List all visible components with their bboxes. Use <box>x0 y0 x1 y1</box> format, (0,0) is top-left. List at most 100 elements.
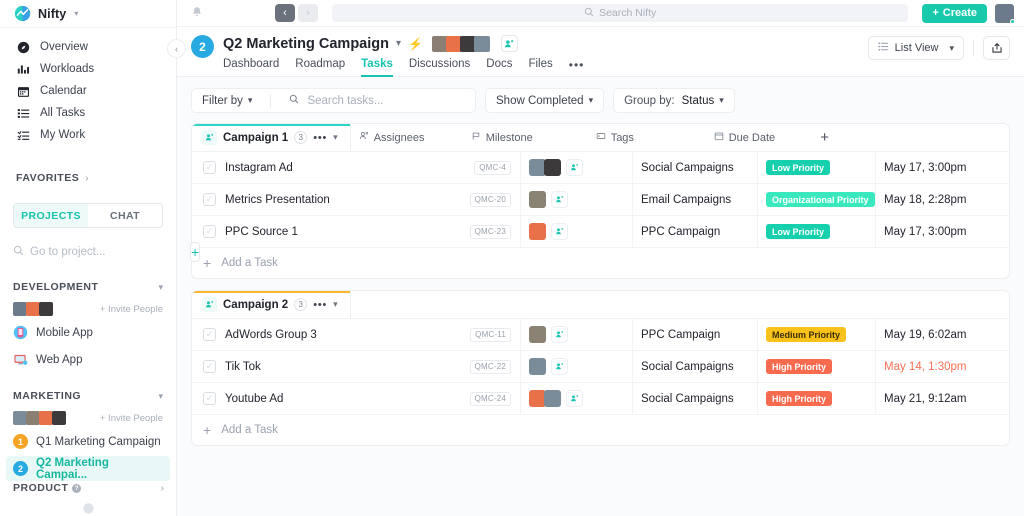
task-checkbox[interactable]: ✓ <box>203 328 216 341</box>
status-badge[interactable]: High Priority <box>766 391 832 406</box>
task-checkbox[interactable]: ✓ <box>203 225 216 238</box>
add-assignee-icon[interactable] <box>551 358 568 375</box>
forward-button[interactable]: › <box>298 4 318 22</box>
project-search-input[interactable] <box>30 246 184 258</box>
avatar[interactable] <box>544 390 561 407</box>
sidebar-project-web-app[interactable]: Web App <box>0 347 176 372</box>
add-assignee-icon[interactable] <box>551 191 568 208</box>
invite-people-link[interactable]: + Invite People <box>100 413 163 424</box>
tab-tasks[interactable]: Tasks <box>361 58 393 77</box>
add-person-icon[interactable] <box>501 35 518 52</box>
add-assignee-icon[interactable] <box>551 223 568 240</box>
task-checkbox[interactable]: ✓ <box>203 161 216 174</box>
add-project-button[interactable]: + <box>190 242 200 262</box>
more-tabs-button[interactable]: ••• <box>569 58 585 77</box>
avatar[interactable] <box>474 36 490 52</box>
lightning-icon[interactable]: ⚡ <box>408 37 423 51</box>
due-date-cell[interactable]: May 17, 3:00pm <box>876 216 981 247</box>
chevron-down-icon[interactable]: ▾ <box>158 282 163 293</box>
tab-projects[interactable]: PROJECTS <box>14 204 88 227</box>
milestone-cell[interactable]: Social Campaigns <box>633 383 758 414</box>
tab-docs[interactable]: Docs <box>486 58 512 77</box>
table-row[interactable]: ✓ Metrics Presentation QMC-20 Email Camp… <box>192 184 1009 216</box>
sidebar-item-overview[interactable]: Overview <box>0 36 176 58</box>
filter-by-button[interactable]: Filter by ▾ <box>202 95 252 107</box>
table-row[interactable]: ✓ Tik Tok QMC-22 Social Campaigns High P… <box>192 351 1009 383</box>
add-column-button[interactable]: + <box>811 129 839 146</box>
avatar[interactable] <box>529 358 546 375</box>
chevron-down-icon[interactable]: ▾ <box>396 38 401 49</box>
chevron-right-icon[interactable]: › <box>161 483 164 494</box>
column-header-milestone[interactable]: Milestone <box>463 131 588 144</box>
chevron-down-icon[interactable]: ▾ <box>74 9 78 18</box>
milestone-cell[interactable]: Social Campaigns <box>633 152 758 183</box>
sidebar-project-mobile-app[interactable]: Mobile App <box>0 320 176 345</box>
table-row[interactable]: ✓ AdWords Group 3 QMC-11 PPC Campaign Me… <box>192 319 1009 351</box>
add-assignee-icon[interactable] <box>566 390 583 407</box>
due-date-cell[interactable]: May 21, 9:12am <box>876 383 981 414</box>
add-task-button[interactable]: + Add a Task <box>192 248 1009 278</box>
sidebar-group-product[interactable]: PRODUCT ? › <box>13 474 164 502</box>
due-date-cell[interactable]: May 19, 6:02am <box>876 319 981 350</box>
avatar[interactable] <box>39 302 53 316</box>
tab-discussions[interactable]: Discussions <box>409 58 470 77</box>
avatar[interactable] <box>529 223 546 240</box>
sidebar-item-calendar[interactable]: Calendar <box>0 80 176 102</box>
share-button[interactable] <box>983 36 1010 60</box>
status-badge[interactable]: Medium Priority <box>766 327 846 342</box>
avatar[interactable] <box>13 411 27 425</box>
sidebar-group-marketing[interactable]: MARKETING ▾ <box>0 386 176 406</box>
due-date-cell[interactable]: May 18, 2:28pm <box>876 184 981 215</box>
avatar[interactable] <box>544 159 561 176</box>
chevron-down-icon[interactable]: ▾ <box>158 391 163 402</box>
help-icon[interactable]: ? <box>72 484 81 493</box>
milestone-cell[interactable]: Social Campaigns <box>633 351 758 382</box>
sidebar-project-q1-marketing-campaign[interactable]: 1 Q1 Marketing Campaign <box>0 429 176 454</box>
table-row[interactable]: ✓ PPC Source 1 QMC-23 PPC Campaign Low P… <box>192 216 1009 248</box>
task-checkbox[interactable]: ✓ <box>203 193 216 206</box>
sidebar-group-development[interactable]: DEVELOPMENT ▾ <box>0 277 176 297</box>
status-badge[interactable]: Low Priority <box>766 224 830 239</box>
due-date-cell[interactable]: May 14, 1:30pm <box>876 351 981 382</box>
table-row[interactable]: ✓ Instagram Ad QMC-4 Social Campaigns Lo… <box>192 152 1009 184</box>
sidebar-item-my-work[interactable]: My Work <box>0 124 176 146</box>
brand[interactable]: Nifty ▾ <box>0 0 176 27</box>
column-header-due-date[interactable]: Due Date <box>706 131 811 144</box>
milestone-cell[interactable]: PPC Campaign <box>633 216 758 247</box>
favorites-section-header[interactable]: FAVORITES › <box>0 168 176 188</box>
milestone-cell[interactable]: Email Campaigns <box>633 184 758 215</box>
avatar[interactable] <box>52 411 66 425</box>
task-search-input[interactable]: Search tasks... <box>307 95 383 107</box>
invite-people-link[interactable]: + Invite People <box>100 304 163 315</box>
group-menu-button[interactable]: ••• <box>313 132 327 144</box>
avatar[interactable] <box>529 326 546 343</box>
task-checkbox[interactable]: ✓ <box>203 360 216 373</box>
bell-icon[interactable] <box>183 6 211 21</box>
task-checkbox[interactable]: ✓ <box>203 392 216 405</box>
column-header-assignees[interactable]: Assignees <box>351 131 463 144</box>
tab-chat[interactable]: CHAT <box>88 204 162 227</box>
avatar[interactable] <box>529 191 546 208</box>
collapse-sidebar-button[interactable]: ‹ <box>167 39 186 58</box>
create-button[interactable]: + Create <box>922 4 987 23</box>
tab-files[interactable]: Files <box>528 58 552 77</box>
sidebar-item-all-tasks[interactable]: All Tasks <box>0 102 176 124</box>
status-badge[interactable]: Low Priority <box>766 160 830 175</box>
group-tab[interactable]: Campaign 1 3 ••• ▾ <box>192 124 351 151</box>
avatar[interactable] <box>26 302 40 316</box>
global-search[interactable]: Search Nifty <box>332 4 908 22</box>
chevron-down-icon[interactable]: ▾ <box>333 299 338 310</box>
add-assignee-icon[interactable] <box>566 159 583 176</box>
tab-roadmap[interactable]: Roadmap <box>295 58 345 77</box>
tab-dashboard[interactable]: Dashboard <box>223 58 279 77</box>
back-button[interactable]: ‹ <box>275 4 295 22</box>
show-completed-button[interactable]: Show Completed ▾ <box>485 88 604 113</box>
avatar[interactable] <box>39 411 53 425</box>
add-task-button[interactable]: + Add a Task <box>192 415 1009 445</box>
column-header-tags[interactable]: Tags <box>588 131 706 144</box>
milestone-cell[interactable]: PPC Campaign <box>633 319 758 350</box>
group-tab[interactable]: Campaign 2 3 ••• ▾ <box>192 291 351 318</box>
group-menu-button[interactable]: ••• <box>313 299 327 311</box>
user-avatar[interactable] <box>995 4 1014 23</box>
avatar[interactable] <box>13 302 27 316</box>
